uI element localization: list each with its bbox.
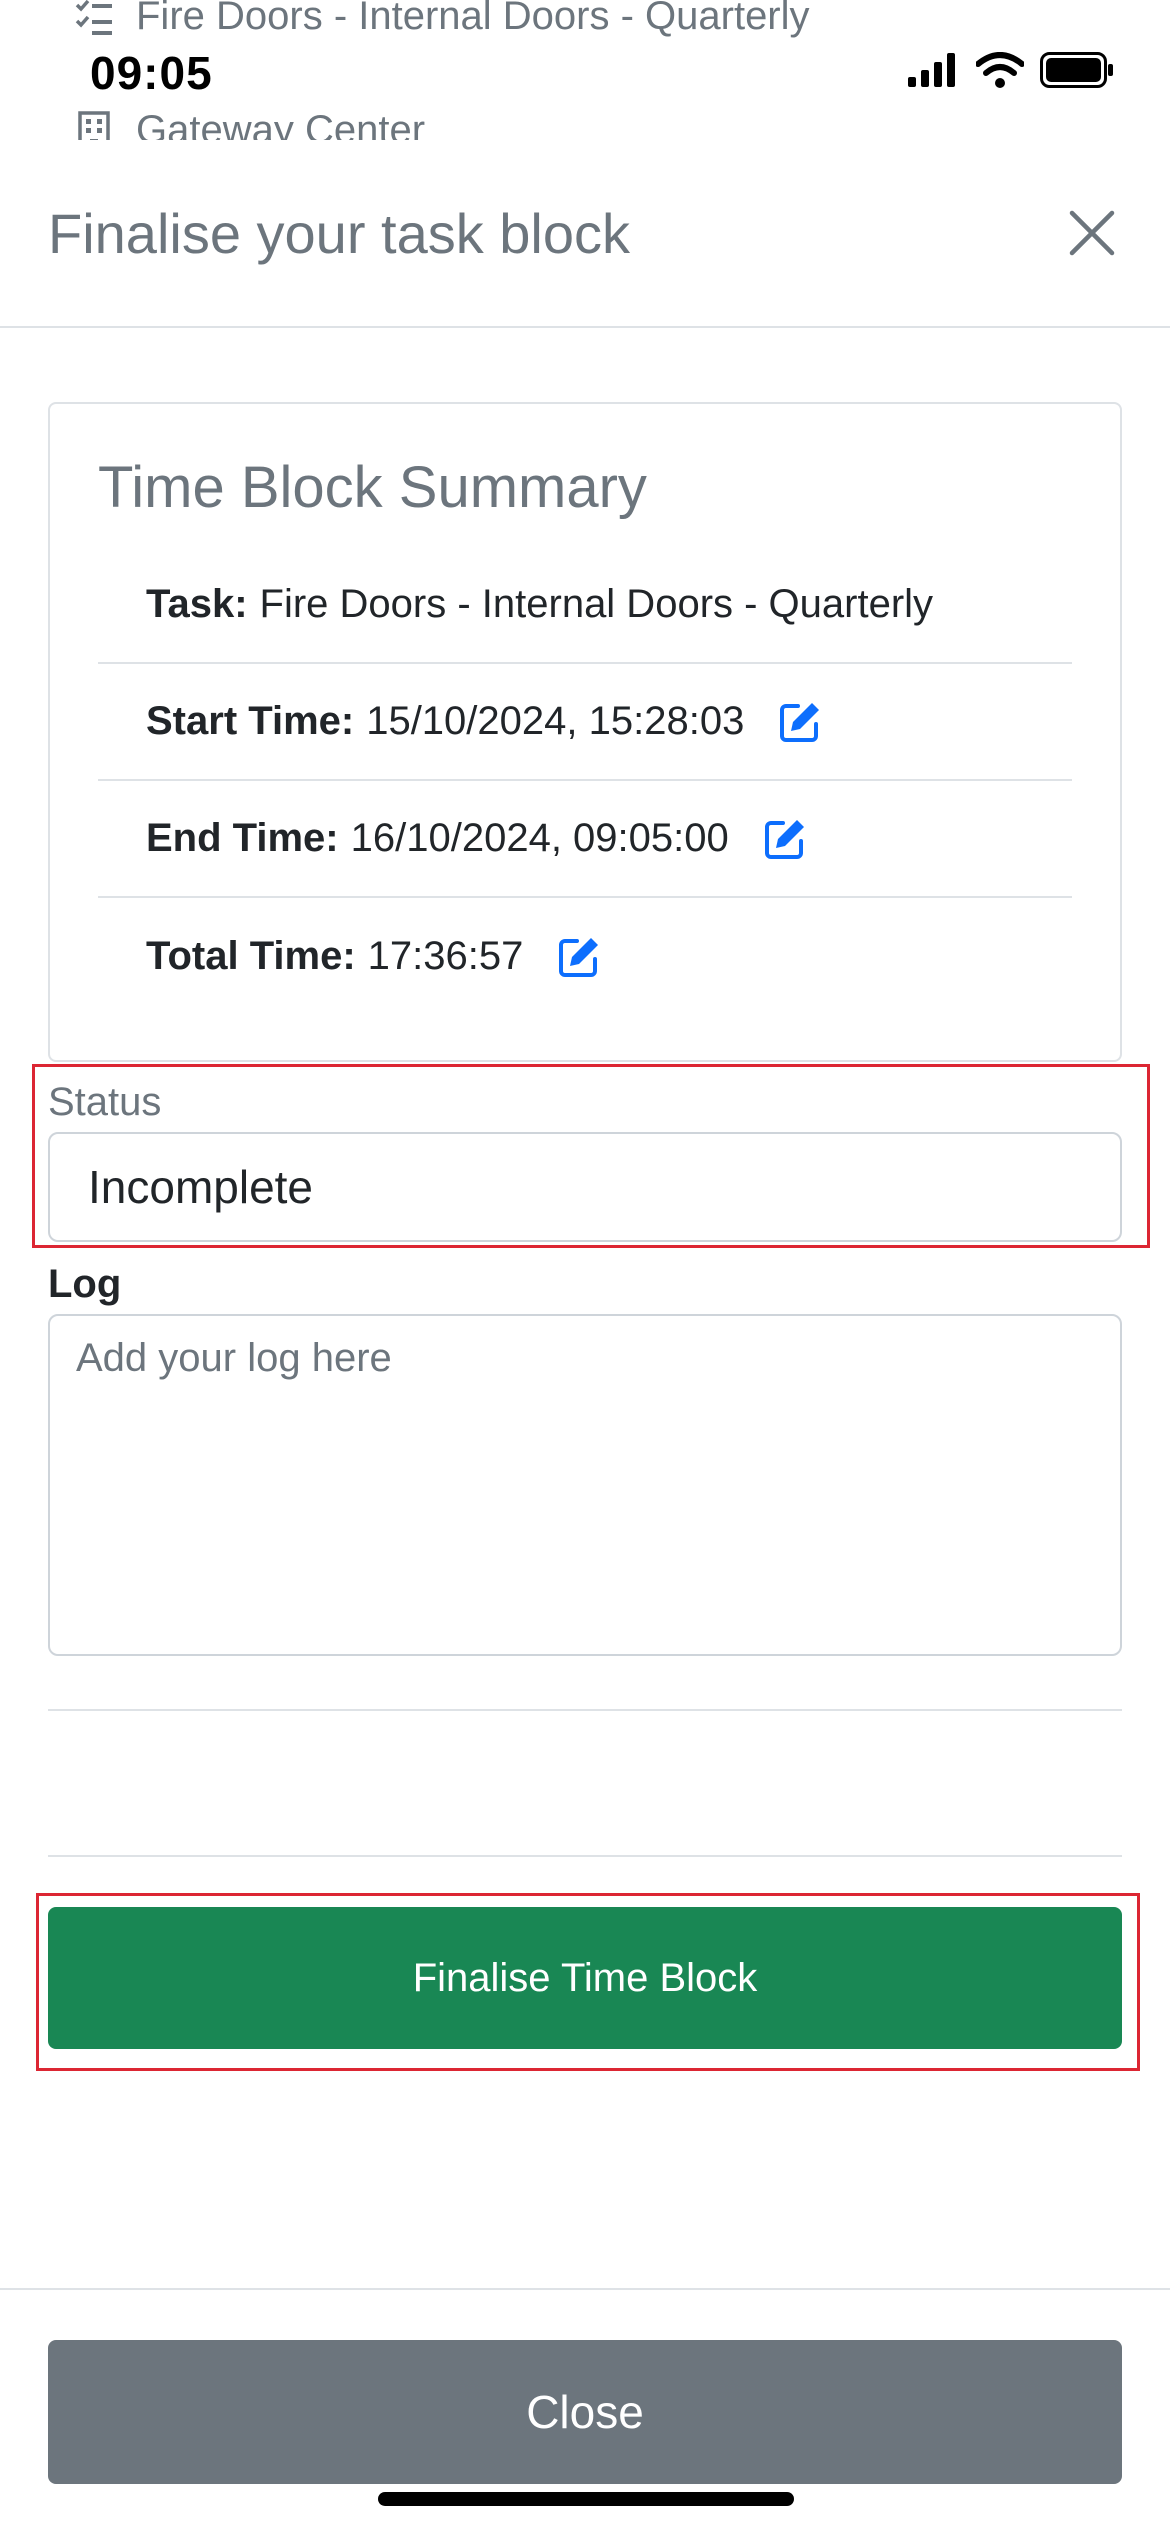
status-bar-icons: [908, 52, 1114, 93]
finalise-time-block-button[interactable]: Finalise Time Block: [48, 1907, 1122, 2049]
status-select[interactable]: Incomplete: [48, 1132, 1122, 1242]
signal-icon: [908, 53, 960, 92]
home-indicator: [378, 2492, 794, 2506]
background-task-row: Fire Doors - Internal Doors - Quarterly: [72, 0, 810, 39]
finalise-button-group: Finalise Time Block: [36, 1893, 1140, 2071]
summary-list: Task: Fire Doors - Internal Doors - Quar…: [98, 547, 1072, 1015]
summary-title: Time Block Summary: [98, 455, 647, 520]
edit-total-time-icon[interactable]: [557, 935, 601, 979]
summary-label: End Time:: [146, 816, 339, 860]
summary-item-end-time: End Time: 16/10/2024, 09:05:00: [98, 781, 1072, 898]
summary-value: 17:36:57: [367, 934, 524, 978]
background-task-name: Fire Doors - Internal Doors - Quarterly: [136, 0, 810, 38]
modal-title: Finalise your task block: [48, 201, 631, 265]
wifi-icon: [975, 52, 1025, 93]
finalise-modal: Finalise your task block Time Block Summ…: [0, 140, 1170, 2532]
summary-item-total-time: Total Time: 17:36:57: [98, 898, 1072, 1015]
battery-icon: [1040, 52, 1114, 93]
divider: [48, 1855, 1122, 1857]
summary-value: 16/10/2024, 09:05:00: [350, 816, 729, 860]
divider: [48, 1709, 1122, 1711]
log-label: Log: [48, 1262, 122, 1306]
close-icon[interactable]: [1062, 203, 1122, 263]
summary-value: Fire Doors - Internal Doors - Quarterly: [259, 582, 934, 626]
time-block-summary-card: Time Block Summary Task: Fire Doors - In…: [48, 402, 1122, 1062]
list-check-icon: [72, 0, 116, 39]
summary-item-task: Task: Fire Doors - Internal Doors - Quar…: [98, 547, 1072, 664]
status-bar-time: 09:05: [90, 47, 213, 99]
summary-item-start-time: Start Time: 15/10/2024, 15:28:03: [98, 664, 1072, 781]
close-button[interactable]: Close: [48, 2340, 1122, 2484]
modal-body: Time Block Summary Task: Fire Doors - In…: [0, 328, 1170, 2071]
log-textarea[interactable]: [48, 1314, 1122, 1656]
summary-value: 15/10/2024, 15:28:03: [366, 699, 745, 743]
summary-label: Task:: [146, 582, 248, 626]
status-field-group: Status Incomplete: [32, 1064, 1150, 1248]
status-label: Status: [48, 1080, 162, 1124]
modal-header: Finalise your task block: [0, 140, 1170, 328]
screen: Fire Doors - Internal Doors - Quarterly …: [0, 0, 1170, 2532]
edit-end-time-icon[interactable]: [763, 817, 807, 861]
summary-label: Start Time:: [146, 699, 355, 743]
summary-label: Total Time:: [146, 934, 356, 978]
edit-start-time-icon[interactable]: [778, 700, 822, 744]
